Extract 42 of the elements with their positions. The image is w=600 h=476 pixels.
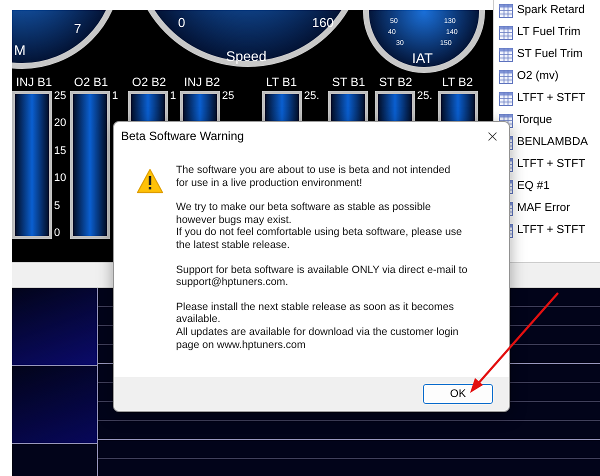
table-grid-icon — [499, 26, 513, 40]
bar-gauge-label: O2 B1 — [74, 76, 110, 88]
bar-gauge-label: INJ B1 — [16, 76, 54, 88]
sidebar-item[interactable]: ST Fuel Trim — [499, 44, 600, 66]
sidebar-item[interactable]: LT Fuel Trim — [499, 22, 600, 44]
sidebar-item[interactable]: Spark Retard — [499, 0, 600, 22]
bar-scale-label: 0 — [54, 228, 62, 239]
gauge-label: Speed — [226, 47, 266, 66]
sidebar-item[interactable]: O2 (mv) — [499, 66, 600, 88]
table-grid-icon — [499, 70, 513, 84]
bar-scale-label: 5 — [54, 200, 62, 212]
warning-icon — [136, 168, 164, 194]
bar-gauge-label: LT B1 — [266, 76, 298, 88]
warning-message: Please install the next stable release as soon as it becomes available. All updates are available for download via the customer login page on www.hptuners.com — [176, 300, 460, 352]
sidebar-item[interactable]: LTFT + STFT — [499, 88, 600, 110]
bar-gauge-label: LT B2 — [442, 76, 474, 88]
gauge-tick-label: 7 — [74, 22, 82, 35]
warning-message: Support for beta software is available ONLY via direct e-mail to support@hptuners.com. — [176, 264, 468, 289]
gauge-label: M — [14, 41, 26, 60]
bar-scale-label: 1 — [112, 91, 118, 102]
table-grid-icon — [499, 48, 513, 62]
warning-message: The software you are about to use is beta and not intended for use in a live production environment! — [176, 164, 452, 190]
gauge-tick-label: 160 — [312, 16, 334, 29]
gauge-tick-label: 0 — [178, 16, 186, 29]
ok-button[interactable]: OK — [423, 384, 493, 404]
bar-scale-label: 15 — [54, 146, 66, 157]
bar-scale-label: 25. — [417, 91, 432, 102]
table-grid-icon — [499, 4, 513, 18]
bar-gauge-label: ST B1 — [332, 76, 366, 88]
warning-message: We try to make our beta software as stable as possible however bugs may exist. If you do not feel comfortable using beta software, please use the latest stable release. — [176, 201, 464, 252]
bar-gauge-label: O2 B2 — [132, 76, 168, 88]
table-grid-icon — [499, 92, 513, 106]
bar-scale-label: 20 — [54, 118, 66, 130]
dialog-title: Beta Software Warning — [121, 128, 244, 145]
gauge-label: IAT — [412, 49, 433, 68]
bar-scale-label: 25. — [304, 91, 320, 102]
bar-gauge-label: ST B2 — [379, 76, 414, 88]
bar-scale-label: 1 — [170, 91, 176, 102]
bar-scale-label: 25 — [54, 91, 66, 102]
bar-scale-label: 10 — [54, 173, 66, 184]
bar-scale-label: 25 — [222, 91, 234, 102]
bar-gauge-label: INJ B2 — [184, 76, 222, 88]
